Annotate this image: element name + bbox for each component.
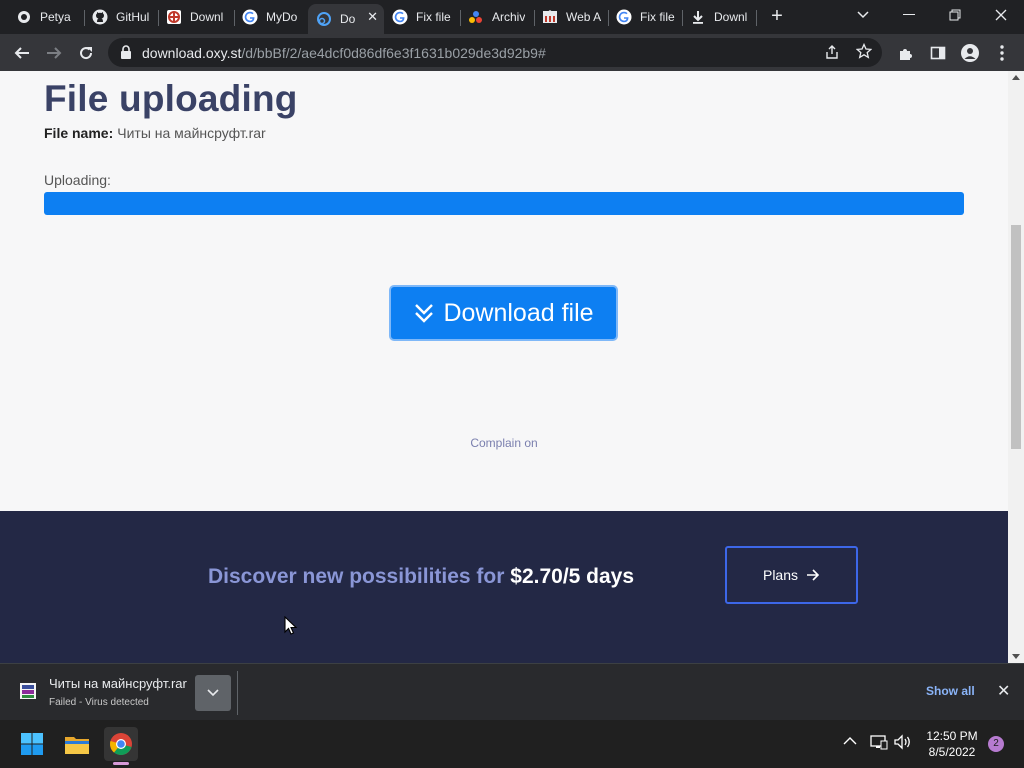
address-bar[interactable]: download.oxy.st/d/bbBf/2/ae4dcf0d86df6e3…	[108, 38, 882, 67]
side-panel-icon[interactable]	[926, 41, 950, 65]
show-all-button[interactable]: Show all	[926, 684, 975, 698]
github-circle-icon	[16, 9, 32, 25]
upload-progress-fill	[44, 192, 964, 215]
profile-avatar-icon[interactable]	[958, 41, 982, 65]
red-cross-icon	[166, 9, 182, 25]
mouse-cursor-icon	[284, 615, 298, 641]
screen: Petya GitHul Downl MyDo Do ✕ Fix file Ar…	[0, 0, 1024, 768]
scrollbar-thumb[interactable]	[1011, 225, 1021, 449]
tab-label: MyDo	[266, 10, 298, 24]
notification-badge[interactable]: 2	[988, 736, 1004, 752]
rar-file-icon	[19, 682, 37, 700]
promo-banner: Discover new possibilities for $2.70/5 d…	[0, 511, 1008, 663]
promo-lead: Discover new possibilities for	[208, 565, 505, 588]
browser-toolbar: download.oxy.st/d/bbBf/2/ae4dcf0d86df6e3…	[0, 34, 1024, 71]
file-name-label: File name:	[44, 125, 114, 141]
google-icon	[392, 9, 408, 25]
tab-search-icon[interactable]	[840, 0, 886, 30]
close-window-button[interactable]	[978, 0, 1024, 30]
extensions-icon[interactable]	[894, 41, 918, 65]
tab-strip: Petya GitHul Downl MyDo Do ✕ Fix file Ar…	[0, 0, 1024, 34]
scroll-up-arrow-icon[interactable]	[1012, 75, 1020, 80]
menu-kebab-icon[interactable]	[990, 41, 1014, 65]
close-tab-icon[interactable]: ✕	[367, 9, 378, 25]
tab-label: Fix file	[640, 10, 675, 24]
tab-label: Downl	[714, 10, 748, 24]
new-tab-button[interactable]: +	[766, 6, 788, 28]
oxy-icon	[316, 11, 332, 27]
restore-button[interactable]	[932, 0, 978, 30]
page-title: File uploading	[44, 78, 298, 119]
download-shelf: Читы на майнсруфт.rar Failed - Virus det…	[0, 663, 1024, 720]
tab-fix-file-2[interactable]: Fix file	[608, 4, 682, 30]
download-status: Failed - Virus detected	[49, 697, 149, 708]
chevron-up-icon[interactable]	[843, 734, 857, 753]
web-archive-icon	[542, 9, 558, 25]
google-icon	[242, 9, 258, 25]
windows-start-icon[interactable]	[15, 727, 49, 761]
reload-button[interactable]	[74, 41, 98, 65]
tab-mydoc[interactable]: MyDo	[234, 4, 308, 30]
google-icon	[616, 9, 632, 25]
download-file-name[interactable]: Читы на майнсруфт.rar	[49, 676, 187, 691]
github-icon	[92, 9, 108, 25]
chrome-taskbar-icon[interactable]	[104, 727, 138, 761]
share-icon[interactable]	[824, 44, 840, 65]
upload-progress-bar	[44, 192, 964, 215]
arrow-right-icon	[806, 569, 820, 581]
plans-button[interactable]: Plans	[725, 546, 858, 604]
promo-price: $2.70/5 days	[510, 565, 635, 588]
download-icon	[690, 9, 706, 25]
minimize-button[interactable]	[886, 0, 932, 30]
tab-label: Archiv	[492, 10, 526, 24]
clock-date: 8/5/2022	[928, 745, 976, 759]
url-path: /d/bbBf/2/ae4dcf0d86df6e3f1631b029de3d92…	[241, 45, 546, 61]
complain-link[interactable]: Complain on	[0, 436, 1008, 450]
tab-label: Do	[340, 12, 356, 26]
tab-download-2[interactable]: Downl	[682, 4, 756, 30]
download-file-label: Download file	[443, 298, 594, 327]
windows-taskbar: 12:50 PM 8/5/2022 2	[0, 720, 1024, 768]
volume-icon[interactable]	[894, 734, 912, 755]
tab-petya[interactable]: Petya	[8, 4, 84, 30]
url-host: download.oxy.st	[142, 45, 242, 61]
double-chevron-down-icon	[413, 302, 435, 324]
active-app-indicator	[113, 762, 129, 765]
tab-fix-file-1[interactable]: Fix file	[384, 4, 460, 30]
download-file-button[interactable]: Download file	[389, 285, 618, 341]
tab-download-1[interactable]: Downl	[158, 4, 234, 30]
tab-archive[interactable]: Archiv	[460, 4, 534, 30]
tab-label: Petya	[40, 10, 71, 24]
file-name-row: File name: Читы на майнсруфт.rar	[44, 125, 266, 141]
tab-label: GitHul	[116, 10, 150, 24]
chevron-down-icon	[207, 689, 219, 697]
plans-label: Plans	[762, 567, 799, 583]
file-explorer-icon[interactable]	[60, 727, 94, 761]
tab-label: Fix file	[416, 10, 451, 24]
scroll-down-arrow-icon[interactable]	[1012, 654, 1020, 659]
close-shelf-icon[interactable]: ✕	[997, 681, 1010, 701]
uploading-label: Uploading:	[44, 172, 111, 188]
page-scrollbar[interactable]	[1008, 71, 1024, 663]
clock-time: 12:50 PM	[926, 729, 978, 743]
tab-github[interactable]: GitHul	[84, 4, 158, 30]
complain-link-text[interactable]: Complain on	[470, 436, 537, 450]
network-icon[interactable]	[870, 734, 888, 755]
tab-label: Downl	[190, 10, 224, 24]
file-name-value: Читы на майнсруфт.rar	[117, 125, 266, 141]
tab-oxy-active[interactable]: Do ✕	[308, 4, 384, 34]
back-button[interactable]	[10, 41, 34, 65]
tab-label: Web A	[566, 10, 602, 24]
lock-icon	[120, 45, 132, 64]
bookmark-star-icon[interactable]	[855, 42, 873, 64]
promo-text: Discover new possibilities for $2.70/5 d…	[208, 565, 634, 589]
page-content: File uploading File name: Читы на майнсру…	[0, 71, 1008, 663]
tab-web-archive[interactable]: Web A	[534, 4, 608, 30]
system-clock[interactable]: 12:50 PM 8/5/2022	[920, 728, 984, 760]
archive-dots-icon	[468, 9, 484, 25]
download-options-button[interactable]	[195, 675, 231, 711]
forward-button[interactable]	[42, 41, 66, 65]
